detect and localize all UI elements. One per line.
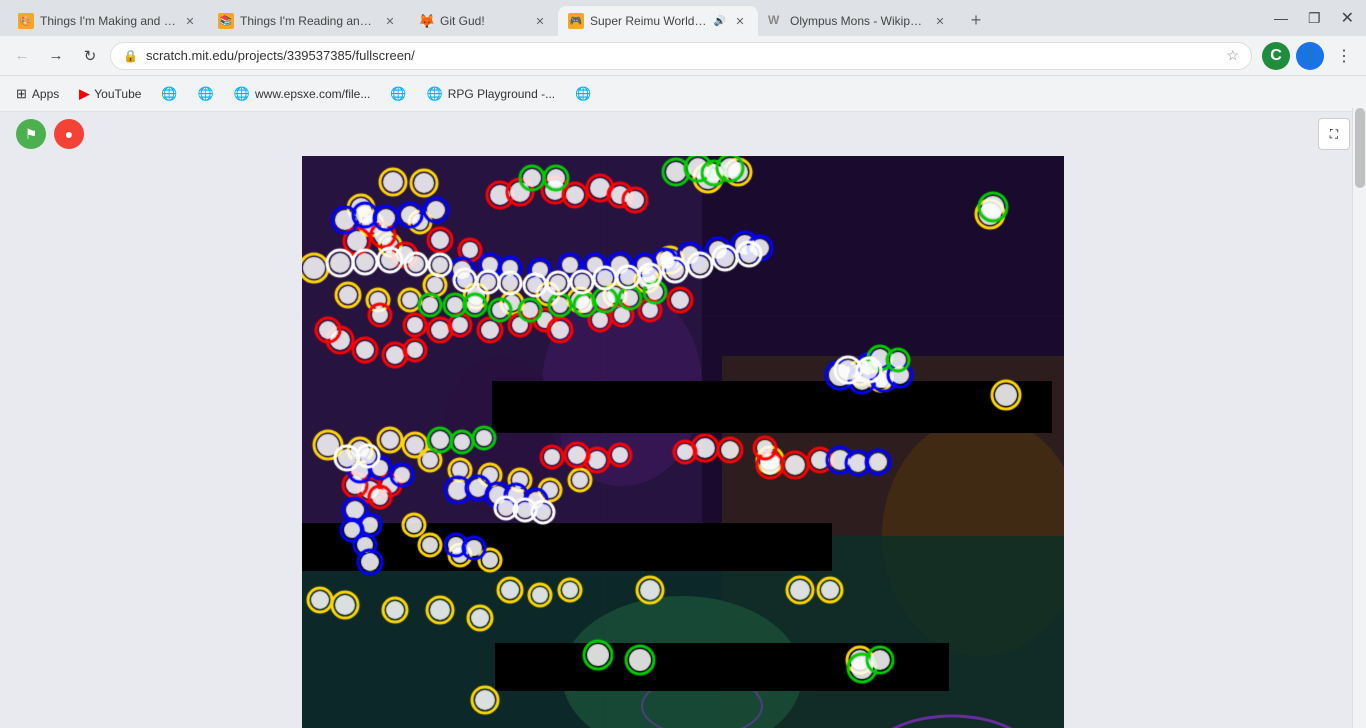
tab-things-reading[interactable]: 📚 Things I'm Reading and Playing... ✕ bbox=[208, 6, 408, 36]
green-flag-icon: ⚑ bbox=[25, 126, 38, 143]
tab-close-2[interactable]: ✕ bbox=[382, 13, 398, 29]
game-chrome-bar: ⚑ ● ⛶ bbox=[0, 112, 1366, 156]
tab-close-5[interactable]: ✕ bbox=[932, 13, 948, 29]
scratch-canvas[interactable] bbox=[302, 156, 1064, 728]
green-flag-button[interactable]: ⚑ bbox=[16, 119, 46, 149]
fullscreen-icon: ⛶ bbox=[1330, 127, 1338, 142]
tab-title-4: Super Reimu World 2: Koi... bbox=[590, 14, 708, 28]
globe3-icon: 🌐 bbox=[390, 86, 406, 102]
scrollbar-thumb[interactable] bbox=[1355, 108, 1365, 188]
profile-icon[interactable]: 👤 bbox=[1296, 42, 1324, 70]
bookmark-globe2[interactable]: 🌐 bbox=[190, 82, 222, 106]
forward-button[interactable]: → bbox=[42, 42, 70, 70]
epsxe-icon: 🌐 bbox=[234, 86, 250, 102]
tab-olympus-mons[interactable]: W Olympus Mons - Wikipedia ✕ bbox=[758, 6, 958, 36]
rpg-icon: 🌐 bbox=[427, 86, 443, 102]
bookmark-youtube[interactable]: ▶ YouTube bbox=[71, 82, 149, 106]
close-button[interactable]: ✕ bbox=[1337, 6, 1358, 30]
tab-git-gud[interactable]: 🦊 Git Gud! ✕ bbox=[408, 6, 558, 36]
fullscreen-button[interactable]: ⛶ bbox=[1318, 118, 1350, 150]
window-controls: — ❐ ✕ bbox=[1270, 6, 1358, 30]
globe2-icon: 🌐 bbox=[198, 86, 214, 102]
menu-button[interactable]: ⋮ bbox=[1330, 42, 1358, 70]
tab-title-1: Things I'm Making and Creatin... bbox=[40, 14, 176, 28]
reload-button[interactable]: ↻ bbox=[76, 42, 104, 70]
bookmark-epsxe-label: www.epsxe.com/file... bbox=[255, 87, 370, 101]
globe4-icon: 🌐 bbox=[575, 86, 591, 102]
tab-favicon-1: 🎨 bbox=[18, 13, 34, 29]
apps-grid-icon: ⊞ bbox=[16, 86, 27, 102]
minimize-button[interactable]: — bbox=[1270, 8, 1292, 28]
tab-super-reimu[interactable]: 🎮 Super Reimu World 2: Koi... 🔊 ✕ bbox=[558, 6, 758, 36]
lock-icon: 🔒 bbox=[123, 49, 138, 63]
audio-icon: 🔊 bbox=[714, 16, 726, 27]
bookmark-apps-label: Apps bbox=[32, 87, 59, 101]
bookmark-epsxe[interactable]: 🌐 www.epsxe.com/file... bbox=[226, 82, 379, 106]
bookmark-rpg-label: RPG Playground -... bbox=[448, 87, 555, 101]
globe1-icon: 🌐 bbox=[161, 86, 177, 102]
tab-title-3: Git Gud! bbox=[440, 14, 526, 28]
red-stop-icon: ● bbox=[65, 126, 73, 142]
tab-title-2: Things I'm Reading and Playing... bbox=[240, 14, 376, 28]
scrollbar[interactable] bbox=[1352, 108, 1366, 728]
game-controls-left: ⚑ ● bbox=[16, 119, 84, 149]
youtube-icon: ▶ bbox=[79, 86, 89, 102]
red-stop-button[interactable]: ● bbox=[54, 119, 84, 149]
bookmark-youtube-label: YouTube bbox=[94, 87, 141, 101]
tab-close-3[interactable]: ✕ bbox=[532, 13, 548, 29]
bookmark-star-icon[interactable]: ☆ bbox=[1226, 47, 1239, 64]
url-text: scratch.mit.edu/projects/339537385/fulls… bbox=[146, 48, 1218, 63]
bookmark-globe1[interactable]: 🌐 bbox=[153, 82, 185, 106]
bookmark-globe3[interactable]: 🌐 bbox=[382, 82, 414, 106]
bookmark-apps[interactable]: ⊞ Apps bbox=[8, 82, 67, 106]
title-bar: 🎨 Things I'm Making and Creatin... ✕ 📚 T… bbox=[0, 0, 1366, 36]
address-actions: ☆ bbox=[1226, 47, 1239, 64]
profile-area: C 👤 ⋮ bbox=[1262, 42, 1358, 70]
maximize-button[interactable]: ❐ bbox=[1304, 8, 1325, 29]
tab-things-making[interactable]: 🎨 Things I'm Making and Creatin... ✕ bbox=[8, 6, 208, 36]
tab-close-1[interactable]: ✕ bbox=[182, 13, 198, 29]
chrome-sync-icon[interactable]: C bbox=[1262, 42, 1290, 70]
tab-favicon-5: W bbox=[768, 13, 784, 29]
tab-favicon-4: 🎮 bbox=[568, 13, 584, 29]
back-button[interactable]: ← bbox=[8, 42, 36, 70]
tab-favicon-3: 🦊 bbox=[418, 13, 434, 29]
bookmark-globe4[interactable]: 🌐 bbox=[567, 82, 599, 106]
new-tab-button[interactable]: + bbox=[962, 6, 990, 34]
tab-favicon-2: 📚 bbox=[218, 13, 234, 29]
address-bar[interactable]: 🔒 scratch.mit.edu/projects/339537385/ful… bbox=[110, 42, 1252, 70]
scratch-canvas-wrapper bbox=[0, 156, 1366, 728]
bookmark-rpg[interactable]: 🌐 RPG Playground -... bbox=[419, 82, 564, 106]
navigation-bar: ← → ↻ 🔒 scratch.mit.edu/projects/3395373… bbox=[0, 36, 1366, 76]
bookmarks-bar: ⊞ Apps ▶ YouTube 🌐 🌐 🌐 www.epsxe.com/fil… bbox=[0, 76, 1366, 112]
tab-close-4[interactable]: ✕ bbox=[732, 13, 748, 29]
tab-title-5: Olympus Mons - Wikipedia bbox=[790, 14, 926, 28]
